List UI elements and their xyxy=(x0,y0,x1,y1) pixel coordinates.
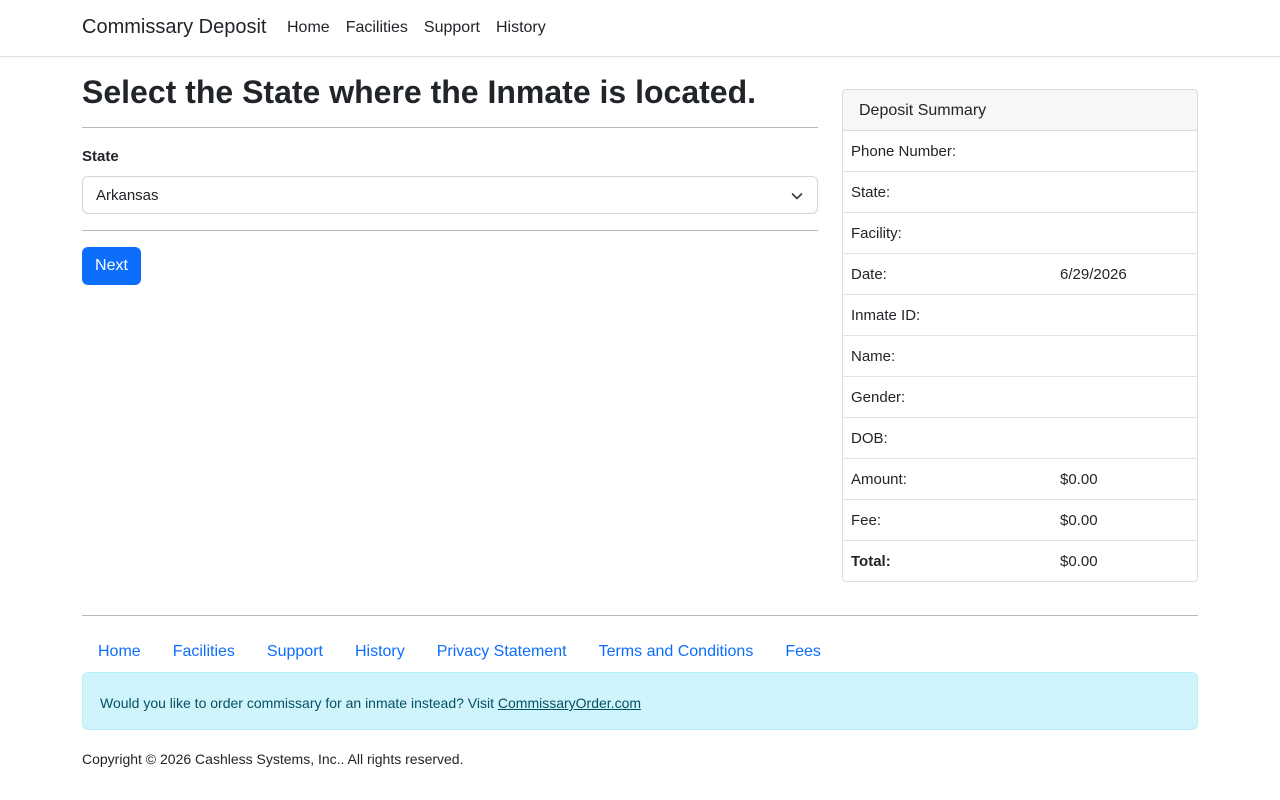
deposit-summary-card: Deposit Summary Phone Number: State: Fac… xyxy=(842,89,1198,582)
summary-row-amount: Amount: $0.00 xyxy=(843,459,1197,500)
summary-label: Name: xyxy=(851,348,896,365)
summary-label: Inmate ID: xyxy=(851,307,921,324)
nav-facilities[interactable]: Facilities xyxy=(346,19,408,37)
summary-label: Amount: xyxy=(851,471,907,488)
summary-row-facility: Facility: xyxy=(843,213,1197,254)
commissary-order-alert: Would you like to order commissary for a… xyxy=(82,672,1198,730)
footer-link-facilities[interactable]: Facilities xyxy=(157,643,251,661)
deposit-summary-header: Deposit Summary xyxy=(843,90,1197,131)
summary-row-dob: DOB: xyxy=(843,418,1197,459)
summary-value: $0.00 xyxy=(1060,553,1098,570)
summary-label: Phone Number: xyxy=(851,143,957,160)
summary-row-total: Total: $0.00 xyxy=(843,541,1197,581)
chevron-down-icon xyxy=(791,193,803,200)
footer-link-fees[interactable]: Fees xyxy=(769,643,837,661)
summary-row-name: Name: xyxy=(843,336,1197,377)
summary-value: $0.00 xyxy=(1060,471,1098,488)
next-button[interactable]: Next xyxy=(82,247,141,285)
commissary-order-link[interactable]: CommissaryOrder.com xyxy=(498,695,641,711)
summary-label: Total: xyxy=(851,553,891,570)
summary-row-phone: Phone Number: xyxy=(843,131,1197,172)
state-select-value: Arkansas xyxy=(96,187,159,204)
summary-label: DOB: xyxy=(851,430,888,447)
summary-row-inmate-id: Inmate ID: xyxy=(843,295,1197,336)
summary-value: 6/29/2026 xyxy=(1060,266,1127,283)
footer-link-support[interactable]: Support xyxy=(251,643,339,661)
nav-support[interactable]: Support xyxy=(424,19,480,37)
footer-divider xyxy=(82,615,1198,616)
summary-row-state: State: xyxy=(843,172,1197,213)
brand-link[interactable]: Commissary Deposit xyxy=(82,16,266,39)
footer-link-history[interactable]: History xyxy=(339,643,421,661)
summary-value: $0.00 xyxy=(1060,512,1098,529)
footer-link-privacy[interactable]: Privacy Statement xyxy=(421,643,583,661)
nav-history[interactable]: History xyxy=(496,19,546,37)
alert-message: Would you like to order commissary for a… xyxy=(100,695,498,711)
summary-row-fee: Fee: $0.00 xyxy=(843,500,1197,541)
top-navbar: Commissary Deposit Home Facilities Suppo… xyxy=(0,0,1280,57)
summary-row-date: Date: 6/29/2026 xyxy=(843,254,1197,295)
summary-label: Fee: xyxy=(851,512,882,529)
summary-label: Gender: xyxy=(851,389,906,406)
form-divider xyxy=(82,230,818,231)
copyright-text: Copyright © 2026 Cashless Systems, Inc..… xyxy=(82,751,464,767)
summary-label: State: xyxy=(851,184,891,201)
footer-link-terms[interactable]: Terms and Conditions xyxy=(583,643,770,661)
page-title: Select the State where the Inmate is loc… xyxy=(82,74,756,110)
title-divider xyxy=(82,127,818,128)
footer-links: Home Facilities Support History Privacy … xyxy=(82,643,837,661)
summary-label: Facility: xyxy=(851,225,902,242)
alert-text: Would you like to order commissary for a… xyxy=(100,695,641,711)
nav-links: Home Facilities Support History xyxy=(287,19,562,37)
summary-row-gender: Gender: xyxy=(843,377,1197,418)
nav-home[interactable]: Home xyxy=(287,19,330,37)
state-select[interactable]: Arkansas xyxy=(82,176,818,214)
state-label: State xyxy=(82,148,119,165)
footer-link-home[interactable]: Home xyxy=(82,643,157,661)
summary-label: Date: xyxy=(851,266,887,283)
